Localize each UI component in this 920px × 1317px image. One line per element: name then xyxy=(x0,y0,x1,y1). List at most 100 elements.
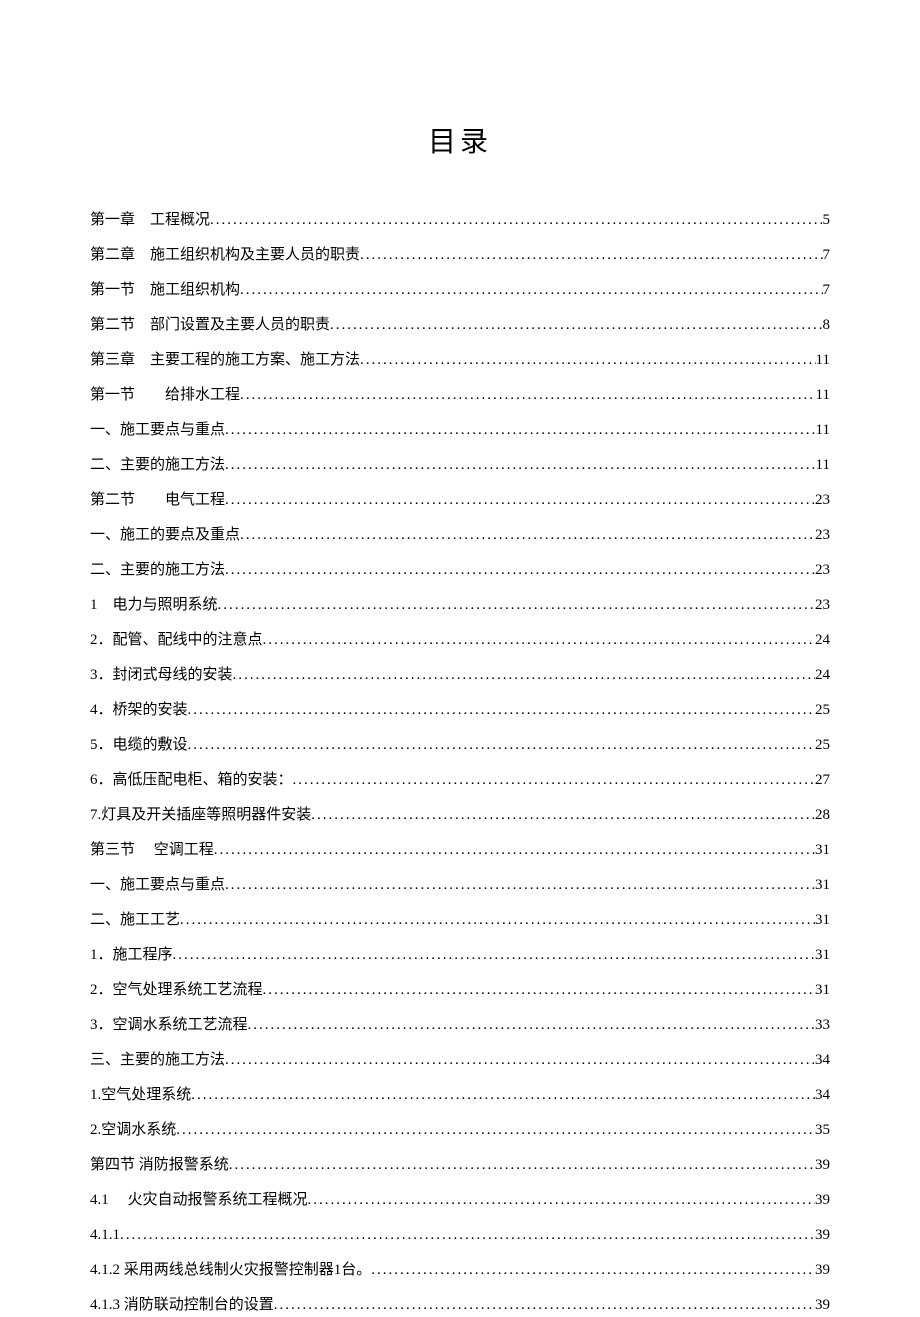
toc-entry-text: 一、施工要点与重点 xyxy=(90,873,225,897)
toc-leader-dots xyxy=(210,208,822,232)
toc-entry-page: 39 xyxy=(815,1153,830,1177)
toc-entry-text: 二、施工工艺 xyxy=(90,908,180,932)
toc-leader-dots xyxy=(360,243,822,267)
toc-leader-dots xyxy=(225,558,815,582)
toc-entry-text: 6．高低压配电柜、箱的安装： xyxy=(90,768,293,792)
toc-entry: 第三章 主要工程的施工方案、施工方法 11 xyxy=(90,348,830,372)
toc-leader-dots xyxy=(214,838,815,862)
toc-leader-dots xyxy=(188,733,815,757)
toc-leader-dots xyxy=(173,943,815,967)
toc-entry: 6．高低压配电柜、箱的安装：27 xyxy=(90,768,830,792)
toc-entry: 2．空气处理系统工艺流程31 xyxy=(90,978,830,1002)
toc-leader-dots xyxy=(225,453,816,477)
toc-leader-dots xyxy=(176,1118,815,1142)
toc-entry: 3．空调水系统工艺流程33 xyxy=(90,1013,830,1037)
toc-entry-page: 31 xyxy=(815,908,830,932)
toc-entry: 4.1.1 39 xyxy=(90,1223,830,1247)
toc-entry-page: 34 xyxy=(815,1048,830,1072)
toc-entry-text: 第二章 施工组织机构及主要人员的职责 xyxy=(90,243,360,267)
toc-leader-dots xyxy=(240,278,822,302)
toc-entry-page: 25 xyxy=(815,733,830,757)
toc-entry-text: 3．空调水系统工艺流程 xyxy=(90,1013,248,1037)
toc-entry: 4.1.3 消防联动控制台的设置 39 xyxy=(90,1293,830,1317)
toc-entry: 一、施工要点与重点 31 xyxy=(90,873,830,897)
toc-entry-page: 31 xyxy=(815,873,830,897)
toc-entry-page: 25 xyxy=(815,698,830,722)
toc-entry: 4.1.2 采用两线总线制火灾报警控制器1台。39 xyxy=(90,1258,830,1282)
toc-entry-text: 三、主要的施工方法 xyxy=(90,1048,225,1072)
toc-entry-page: 39 xyxy=(815,1293,830,1317)
toc-entry: 三、主要的施工方法 34 xyxy=(90,1048,830,1072)
toc-entry-page: 11 xyxy=(816,348,830,372)
toc-entry-page: 35 xyxy=(815,1118,830,1142)
toc-entry: 第二节 电气工程23 xyxy=(90,488,830,512)
toc-leader-dots xyxy=(188,698,815,722)
toc-entry-text: 第二节 电气工程 xyxy=(90,488,225,512)
toc-entry-text: 第一节 施工组织机构 xyxy=(90,278,240,302)
toc-leader-dots xyxy=(229,1153,815,1177)
toc-entry: 5．电缆的敷设25 xyxy=(90,733,830,757)
toc-entry-page: 34 xyxy=(815,1083,830,1107)
toc-entry-text: 第三节 空调工程 xyxy=(90,838,214,862)
toc-entry: 4．桥架的安装 25 xyxy=(90,698,830,722)
toc-entry-text: 1.空气处理系统 xyxy=(90,1083,191,1107)
toc-entry-text: 二、主要的施工方法 xyxy=(90,453,225,477)
toc-entry-page: 11 xyxy=(816,418,830,442)
toc-entry-page: 23 xyxy=(815,523,830,547)
toc-entry-text: 2.空调水系统 xyxy=(90,1118,176,1142)
toc-entry-text: 3．封闭式母线的安装 xyxy=(90,663,233,687)
toc-entry: 一、施工要点与重点11 xyxy=(90,418,830,442)
toc-entry-page: 23 xyxy=(815,593,830,617)
toc-leader-dots xyxy=(218,593,815,617)
toc-leader-dots xyxy=(233,663,815,687)
toc-leader-dots xyxy=(225,488,815,512)
toc-entry: 1．施工程序31 xyxy=(90,943,830,967)
toc-entry-text: 4.1 火灾自动报警系统工程概况 xyxy=(90,1188,308,1212)
toc-title: 目录 xyxy=(90,120,830,160)
toc-leader-dots xyxy=(248,1013,815,1037)
toc-leader-dots xyxy=(225,873,815,897)
toc-entry-page: 5 xyxy=(823,208,831,232)
toc-entry-text: 1．施工程序 xyxy=(90,943,173,967)
toc-entry: 第四节 消防报警系统39 xyxy=(90,1153,830,1177)
toc-entry: 二、施工工艺 31 xyxy=(90,908,830,932)
toc-entry-text: 7.灯具及开关插座等照明器件安装 xyxy=(90,803,311,827)
toc-entry: 一、施工的要点及重点23 xyxy=(90,523,830,547)
toc-entry-text: 第三章 主要工程的施工方案、施工方法 xyxy=(90,348,360,372)
toc-entry-text: 4.1.3 消防联动控制台的设置 xyxy=(90,1293,274,1317)
toc-entry: 2．配管、配线中的注意点 24 xyxy=(90,628,830,652)
toc-leader-dots xyxy=(360,348,816,372)
toc-entry-page: 24 xyxy=(815,628,830,652)
toc-entry-page: 11 xyxy=(816,383,830,407)
toc-entry-page: 28 xyxy=(815,803,830,827)
toc-leader-dots xyxy=(274,1293,815,1317)
toc-leader-dots xyxy=(311,803,815,827)
toc-leader-dots xyxy=(308,1188,815,1212)
toc-leader-dots xyxy=(330,313,822,337)
toc-leader-dots xyxy=(191,1083,815,1107)
toc-leader-dots xyxy=(225,1048,815,1072)
toc-leader-dots xyxy=(263,628,815,652)
toc-entry: 1.空气处理系统 34 xyxy=(90,1083,830,1107)
toc-entry-text: 4．桥架的安装 xyxy=(90,698,188,722)
toc-entry: 1 电力与照明系统23 xyxy=(90,593,830,617)
toc-leader-dots xyxy=(225,418,816,442)
toc-entry: 第一章 工程概况 5 xyxy=(90,208,830,232)
toc-entry-page: 39 xyxy=(815,1223,830,1247)
toc-leader-dots xyxy=(263,978,815,1002)
toc-entry-page: 39 xyxy=(815,1188,830,1212)
toc-entry-text: 4.1.2 采用两线总线制火灾报警控制器1台。 xyxy=(90,1258,371,1282)
toc-entry-text: 二、主要的施工方法 xyxy=(90,558,225,582)
toc-leader-dots xyxy=(371,1258,815,1282)
toc-entry: 4.1 火灾自动报警系统工程概况 39 xyxy=(90,1188,830,1212)
toc-entry: 第一节 施工组织机构 7 xyxy=(90,278,830,302)
toc-leader-dots xyxy=(293,768,815,792)
toc-entry-text: 4.1.1 xyxy=(90,1223,120,1247)
toc-entry-text: 第一章 工程概况 xyxy=(90,208,210,232)
toc-leader-dots xyxy=(240,523,815,547)
toc-entry-text: 第一节 给排水工程 xyxy=(90,383,240,407)
toc-entry-page: 7 xyxy=(823,278,831,302)
toc-entry-text: 2．配管、配线中的注意点 xyxy=(90,628,263,652)
toc-leader-dots xyxy=(180,908,815,932)
toc-entry-page: 8 xyxy=(823,313,831,337)
